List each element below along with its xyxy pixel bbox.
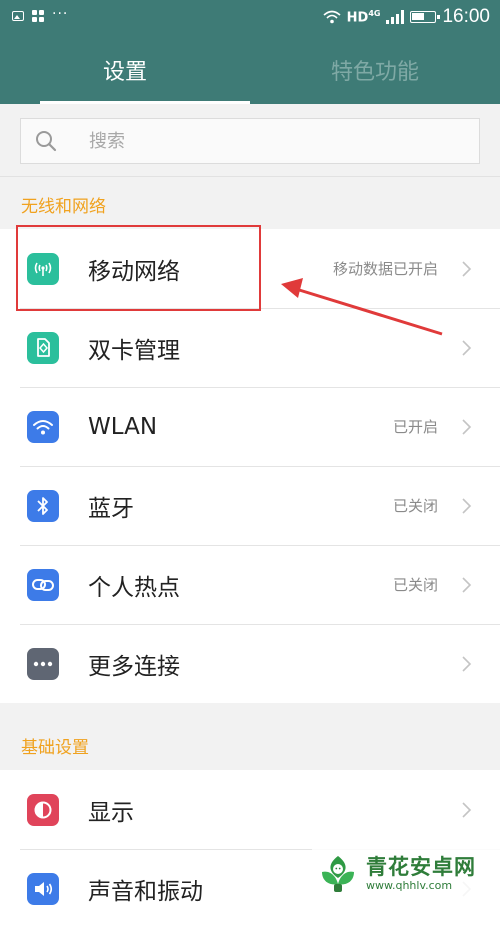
signal-tower-icon	[27, 252, 59, 285]
bluetooth-icon	[27, 489, 59, 522]
chevron-right-icon	[462, 418, 472, 435]
list-item-status: 已开启	[392, 418, 438, 436]
list-item-label: 声音和振动	[88, 878, 203, 905]
hotspot-link-icon	[27, 568, 59, 601]
tab-bar: 设置 特色功能	[0, 36, 500, 104]
network-type-label: HD4G	[346, 8, 381, 26]
search-icon	[36, 131, 57, 152]
display-icon	[27, 793, 59, 826]
list-item-status: 移动数据已开启	[332, 260, 438, 278]
cell-signal-icon	[386, 10, 405, 24]
watermark-url: www.qhhlv.com	[366, 879, 453, 892]
app-notification-icon	[32, 10, 44, 22]
list-item-hotspot[interactable]: 个人热点 已关闭	[0, 545, 500, 624]
status-time: 16:00	[442, 6, 490, 27]
list-item-dual-sim[interactable]: 双卡管理	[0, 308, 500, 387]
search-bar[interactable]	[20, 118, 480, 164]
chevron-right-icon	[462, 260, 472, 277]
section-title-wireless: 无线和网络	[0, 177, 500, 229]
more-dots-icon	[27, 647, 59, 680]
list-item-label: 显示	[88, 799, 134, 826]
chevron-right-icon	[462, 801, 472, 818]
list-item-label: 移动网络	[88, 258, 180, 285]
list-item-label: WLAN	[88, 413, 158, 440]
battery-icon	[410, 11, 441, 23]
watermark: 青花安卓网 www.qhhlv.com	[312, 848, 500, 900]
tab-settings[interactable]: 设置	[0, 36, 250, 104]
chevron-right-icon	[462, 497, 472, 514]
chevron-right-icon	[462, 339, 472, 356]
list-item-display[interactable]: 显示	[0, 770, 500, 849]
list-item-wlan[interactable]: WLAN 已开启	[0, 387, 500, 466]
search-area	[0, 104, 500, 177]
list-item-label: 个人热点	[88, 574, 180, 601]
status-bar: ··· HD4G 16:00	[0, 0, 500, 36]
tab-features[interactable]: 特色功能	[250, 36, 500, 104]
list-item-status: 已关闭	[392, 497, 438, 515]
watermark-logo-icon	[322, 856, 354, 892]
list-item-label: 双卡管理	[88, 337, 180, 364]
list-item-more-connections[interactable]: 更多连接	[0, 624, 500, 703]
search-input[interactable]	[87, 129, 391, 153]
section-title-basic: 基础设置	[0, 718, 500, 770]
chevron-right-icon	[462, 576, 472, 593]
more-notifications-icon: ···	[52, 6, 69, 22]
wifi-status-icon	[323, 10, 341, 24]
image-notification-icon	[12, 11, 24, 21]
list-item-mobile-network[interactable]: 移动网络 移动数据已开启	[0, 229, 500, 308]
list-item-label: 更多连接	[88, 653, 180, 680]
list-item-status: 已关闭	[392, 576, 438, 594]
wireless-settings-list: 移动网络 移动数据已开启 双卡管理 WLAN 已开启 蓝牙 已关闭 个人热点 已…	[0, 229, 500, 703]
app-header: ··· HD4G 16:00 设置 特色功能	[0, 0, 500, 104]
list-item-bluetooth[interactable]: 蓝牙 已关闭	[0, 466, 500, 545]
watermark-name: 青花安卓网	[366, 855, 476, 879]
wifi-icon	[27, 410, 59, 443]
sim-card-icon	[27, 331, 59, 364]
list-item-label: 蓝牙	[88, 495, 134, 522]
chevron-right-icon	[462, 655, 472, 672]
